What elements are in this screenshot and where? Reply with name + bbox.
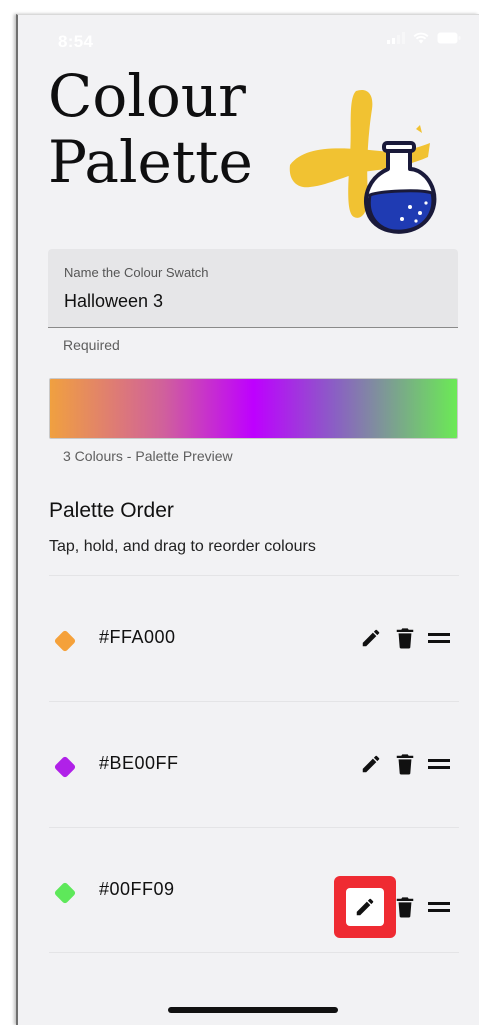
status-time: 8:54	[58, 32, 94, 51]
wifi-icon	[413, 32, 429, 44]
row-actions	[357, 750, 453, 778]
trash-icon[interactable]	[391, 624, 419, 652]
device-frame: 8:54 Colour Palette Name the Colour Swat…	[0, 0, 479, 1025]
page-title: Colour Palette	[48, 63, 278, 195]
palette-preview-gradient	[49, 378, 458, 439]
home-indicator[interactable]	[168, 1007, 338, 1013]
color-row[interactable]: #BE00FF	[49, 701, 459, 827]
palette-preview-caption: 3 Colours - Palette Preview	[63, 448, 233, 464]
page-title-line1: Colour	[48, 62, 246, 130]
color-list: #FFA000 #BE00FF #00FF09	[49, 575, 459, 953]
pencil-icon[interactable]	[357, 750, 385, 778]
palette-order-title: Palette Order	[49, 499, 174, 522]
trash-icon[interactable]	[391, 750, 419, 778]
page-title-line2: Palette	[48, 128, 253, 196]
color-row[interactable]: #FFA000	[49, 575, 459, 701]
color-hex-label: #BE00FF	[99, 753, 179, 773]
pencil-icon[interactable]	[357, 624, 385, 652]
signal-icon	[387, 32, 405, 44]
pencil-icon-highlighted[interactable]	[334, 876, 396, 938]
swatch-name-label: Name the Colour Swatch	[64, 265, 209, 280]
swatch-name-input[interactable]: Halloween 3	[64, 291, 163, 312]
palette-order-instructions: Tap, hold, and drag to reorder colours	[49, 538, 316, 555]
swatch-name-field[interactable]: Name the Colour Swatch Halloween 3	[48, 249, 458, 328]
app-logo	[270, 85, 440, 245]
battery-icon	[437, 32, 461, 44]
color-swatch	[53, 629, 77, 653]
drag-handle-icon[interactable]	[425, 893, 453, 921]
row-actions	[357, 624, 453, 652]
app-screen: 8:54 Colour Palette Name the Colour Swat…	[16, 14, 479, 1025]
color-hex-label: #FFA000	[99, 627, 176, 647]
color-hex-label: #00FF09	[99, 879, 175, 899]
drag-handle-icon[interactable]	[425, 750, 453, 778]
status-icons	[387, 32, 461, 44]
required-helper-text: Required	[63, 337, 120, 353]
color-row[interactable]: #00FF09	[49, 827, 459, 953]
drag-handle-icon[interactable]	[425, 624, 453, 652]
pencil-icon[interactable]	[346, 888, 384, 926]
color-swatch	[53, 881, 77, 905]
row-actions	[334, 876, 453, 938]
color-swatch	[53, 755, 77, 779]
